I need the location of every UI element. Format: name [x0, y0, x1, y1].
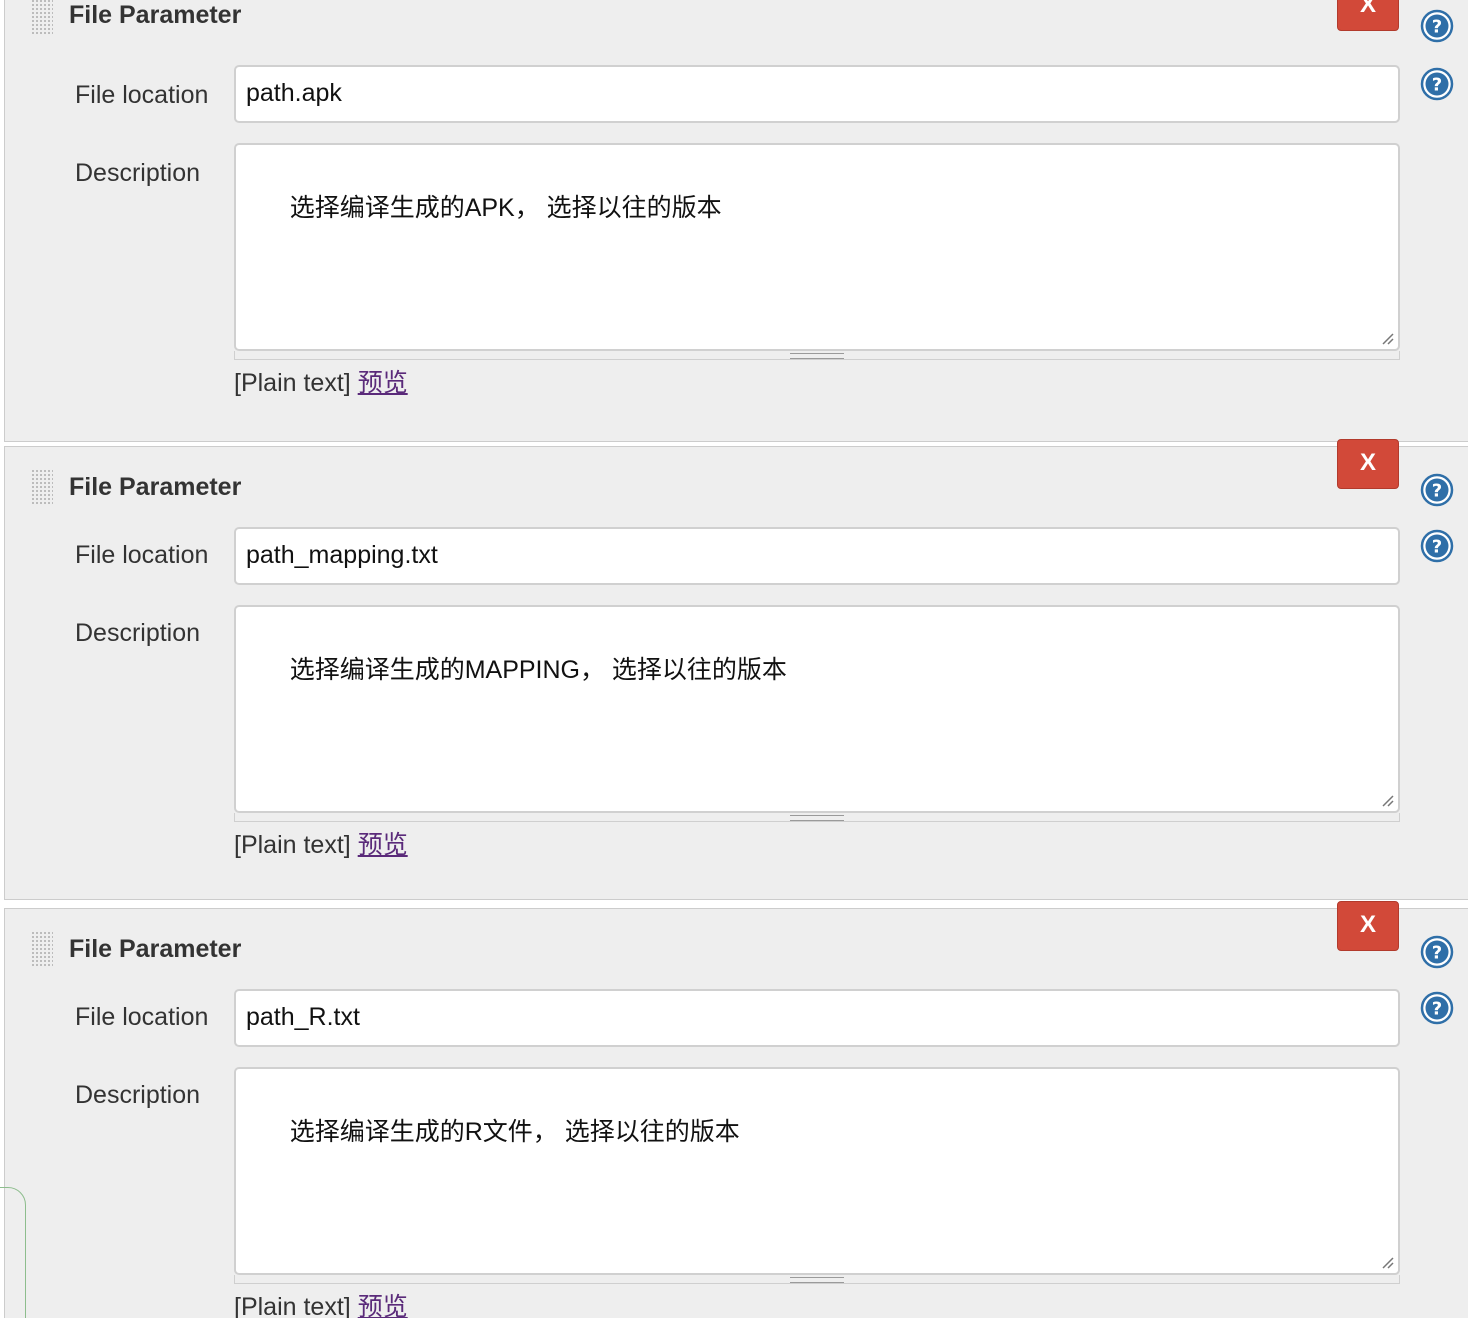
- help-icon[interactable]: ?: [1420, 67, 1454, 101]
- description-textarea[interactable]: 选择编译生成的APK， 选择以往的版本: [234, 143, 1400, 351]
- description-label: Description: [75, 619, 201, 647]
- file-location-input[interactable]: path_R.txt: [234, 989, 1400, 1047]
- preview-link[interactable]: 预览: [358, 369, 408, 397]
- markup-format-label: [Plain text]: [234, 831, 351, 859]
- markup-format-line: [Plain text] 预览: [234, 1287, 408, 1318]
- drag-handle-icon[interactable]: [31, 0, 53, 35]
- svg-text:?: ?: [1432, 999, 1442, 1020]
- drag-handle-icon[interactable]: [31, 469, 53, 505]
- svg-text:?: ?: [1432, 943, 1442, 964]
- file-location-input[interactable]: path.apk: [234, 65, 1400, 123]
- file-location-input[interactable]: path_mapping.txt: [234, 527, 1400, 585]
- panel-title: File Parameter: [69, 935, 242, 963]
- description-text: 选择编译生成的MAPPING， 选择以往的版本: [289, 656, 787, 684]
- file-location-label: File location: [75, 541, 209, 569]
- description-textarea[interactable]: 选择编译生成的R文件， 选择以往的版本: [234, 1067, 1400, 1275]
- file-parameter-panel: File Parameter X ? File location path_R.…: [4, 901, 1468, 1318]
- help-icon[interactable]: ?: [1420, 529, 1454, 563]
- side-panel-tab[interactable]: [0, 1187, 26, 1318]
- markup-format-label: [Plain text]: [234, 1293, 351, 1318]
- preview-link[interactable]: 预览: [358, 831, 408, 859]
- delete-parameter-button[interactable]: X: [1337, 0, 1399, 31]
- textarea-resize-bar[interactable]: [234, 1275, 1400, 1284]
- svg-text:?: ?: [1432, 75, 1442, 96]
- help-icon[interactable]: ?: [1420, 991, 1454, 1025]
- file-parameter-panel: File Parameter X ? File location path.ap…: [4, 0, 1468, 442]
- description-label: Description: [75, 1081, 201, 1109]
- svg-text:?: ?: [1432, 537, 1442, 558]
- description-text: 选择编译生成的R文件， 选择以往的版本: [289, 1118, 740, 1146]
- preview-link[interactable]: 预览: [358, 1293, 408, 1318]
- resize-grip-icon[interactable]: [1380, 793, 1394, 807]
- resize-grip-icon[interactable]: [1380, 1255, 1394, 1269]
- description-textarea[interactable]: 选择编译生成的MAPPING， 选择以往的版本: [234, 605, 1400, 813]
- help-icon[interactable]: ?: [1420, 473, 1454, 507]
- textarea-resize-bar[interactable]: [234, 351, 1400, 360]
- drag-handle-icon[interactable]: [31, 931, 53, 967]
- help-icon[interactable]: ?: [1420, 935, 1454, 969]
- build-parameters-page: File Parameter X ? File location path.ap…: [0, 0, 1468, 1318]
- svg-text:?: ?: [1432, 481, 1442, 502]
- delete-parameter-button[interactable]: X: [1337, 439, 1399, 489]
- description-label: Description: [75, 159, 201, 187]
- markup-format-label: [Plain text]: [234, 369, 351, 397]
- resize-grip-icon[interactable]: [1380, 331, 1394, 345]
- file-parameter-panel: File Parameter X ? File location path_ma…: [4, 439, 1468, 900]
- description-text: 选择编译生成的APK， 选择以往的版本: [289, 194, 722, 222]
- help-icon[interactable]: ?: [1420, 9, 1454, 43]
- markup-format-line: [Plain text] 预览: [234, 363, 408, 399]
- file-location-label: File location: [75, 1003, 209, 1031]
- panel-title: File Parameter: [69, 473, 242, 501]
- markup-format-line: [Plain text] 预览: [234, 825, 408, 861]
- delete-parameter-button[interactable]: X: [1337, 901, 1399, 951]
- panel-title: File Parameter: [69, 1, 242, 29]
- file-location-label: File location: [75, 81, 209, 109]
- svg-text:?: ?: [1432, 17, 1442, 38]
- textarea-resize-bar[interactable]: [234, 813, 1400, 822]
